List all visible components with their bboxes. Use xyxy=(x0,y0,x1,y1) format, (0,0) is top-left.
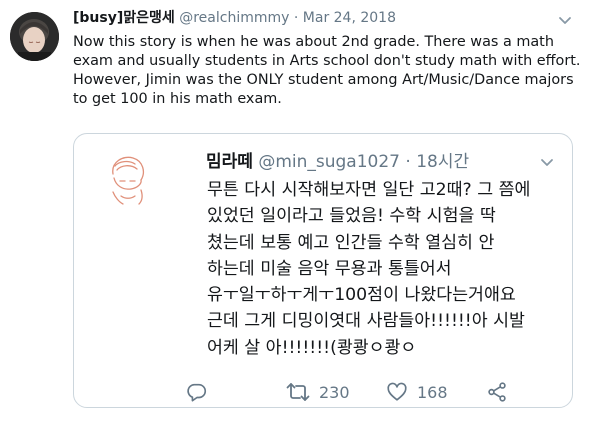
tweet: [busy]맑은맹세 @realchimmmy · Mar 24, 2018 N… xyxy=(0,0,591,421)
reply-button[interactable] xyxy=(186,379,208,405)
like-count: 168 xyxy=(417,382,448,402)
tweet-text: Now this story is when he was about 2nd … xyxy=(73,34,581,107)
quote-user-handle[interactable]: @min_suga1027 xyxy=(258,152,400,172)
share-icon xyxy=(486,381,508,403)
share-button[interactable] xyxy=(486,379,508,405)
heart-icon xyxy=(386,381,408,403)
separator: · xyxy=(293,10,299,26)
quote-timestamp[interactable]: 18시간 xyxy=(416,152,469,172)
display-name[interactable]: [busy]맑은맹세 xyxy=(73,10,175,26)
retweet-button[interactable]: 230 xyxy=(286,379,350,405)
action-bar: 230 168 xyxy=(74,379,572,405)
quote-header: 밈라떼 @min_suga1027 · 18시간 xyxy=(206,151,469,173)
user-handle[interactable]: @realchimmmy xyxy=(179,10,289,26)
timestamp[interactable]: Mar 24, 2018 xyxy=(303,10,396,26)
quoted-tweet[interactable]: 밈라떼 @min_suga1027 · 18시간 무튼 다시 시작해보자면 일단… xyxy=(73,133,573,408)
quote-separator: · xyxy=(405,152,411,172)
retweet-count: 230 xyxy=(319,382,350,402)
chevron-down-icon[interactable] xyxy=(537,152,557,172)
chevron-down-icon[interactable] xyxy=(555,10,575,30)
quote-display-name[interactable]: 밈라떼 xyxy=(206,152,253,172)
reply-icon xyxy=(186,381,208,403)
quote-avatar[interactable] xyxy=(101,152,154,205)
tweet-header: [busy]맑은맹세 @realchimmmy · Mar 24, 2018 xyxy=(73,8,396,28)
retweet-icon xyxy=(286,381,310,403)
like-button[interactable]: 168 xyxy=(386,379,448,405)
quote-text: 무튼 다시 시작해보자면 일단 고2때? 그 쯤에 있었던 일이라고 들었음! … xyxy=(207,180,531,358)
avatar[interactable] xyxy=(10,12,59,61)
